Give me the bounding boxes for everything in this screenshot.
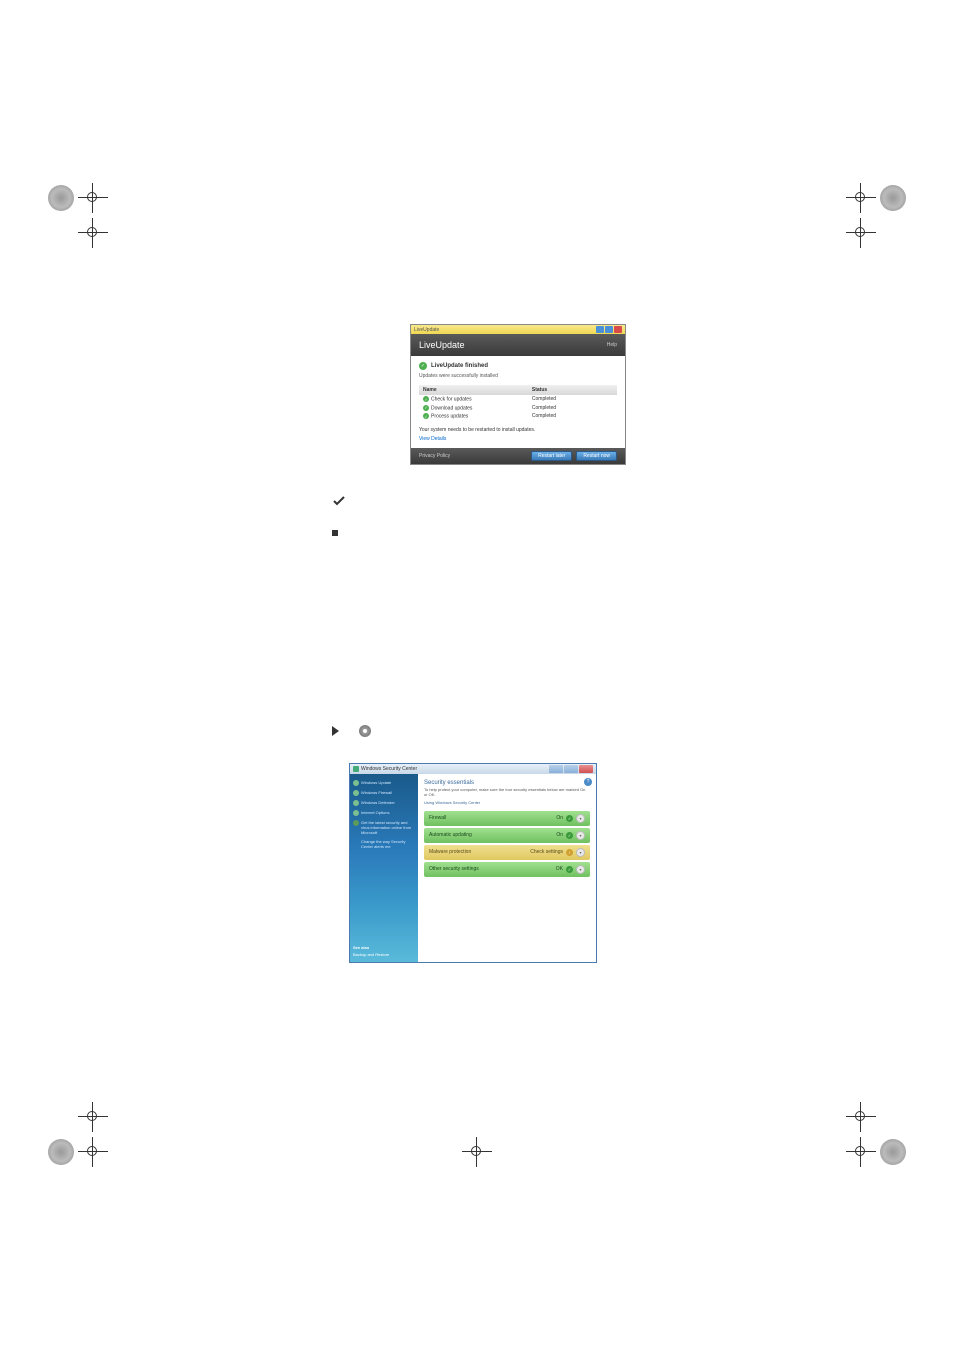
defender-icon <box>353 800 359 806</box>
play-icon <box>332 726 339 736</box>
chevron-down-icon[interactable]: ▾ <box>576 865 585 874</box>
info-icon <box>353 820 359 826</box>
gear-icon-wrapper <box>359 725 371 737</box>
internet-icon <box>353 810 359 816</box>
header-title: LiveUpdate <box>419 340 465 350</box>
privacy-link[interactable]: Privacy Policy <box>419 453 450 459</box>
check-icon: ✓ <box>423 405 429 411</box>
crop-mark-cross <box>462 1137 492 1167</box>
section-other[interactable]: Other security settings OK ✓ ▾ <box>424 862 590 877</box>
view-details-link[interactable]: View Details <box>419 436 617 442</box>
status-ok-icon: ✓ <box>566 866 573 873</box>
maximize-button[interactable] <box>605 326 613 333</box>
status-ok-icon: ✓ <box>566 815 573 822</box>
table-row: ✓Process updates Completed <box>419 412 617 421</box>
using-link[interactable]: Using Windows Security Center <box>424 800 590 805</box>
restart-later-button[interactable]: Restart later <box>531 451 572 461</box>
close-button[interactable] <box>579 765 593 773</box>
sidebar-item-internet-options[interactable]: Internet Options <box>353 808 415 818</box>
liveupdate-window: LiveUpdate LiveUpdate Help ✓ LiveUpdate … <box>410 324 626 465</box>
crop-mark-circle <box>48 185 74 211</box>
col-status: Status <box>528 385 617 395</box>
minimize-button[interactable] <box>596 326 604 333</box>
check-icon: ✓ <box>419 362 427 370</box>
main-panel: ? Security essentials To help protect yo… <box>418 774 596 962</box>
sidebar: Windows Update Windows Firewall Windows … <box>350 774 418 962</box>
updates-table: Name Status ✓Check for updates Completed… <box>419 385 617 421</box>
status-subtitle: Updates were successfully installed <box>419 373 617 379</box>
close-button[interactable] <box>614 326 622 333</box>
help-icon[interactable]: ? <box>584 778 592 786</box>
crop-mark-cross <box>846 1137 876 1167</box>
checkmark-bullet <box>332 494 346 508</box>
crop-mark-circle <box>48 1139 74 1165</box>
status-warn-icon: ! <box>566 849 573 856</box>
restart-message: Your system needs to be restarted to ins… <box>419 427 617 433</box>
triangle-bullet <box>332 726 339 736</box>
crop-mark-cross <box>846 1102 876 1132</box>
gear-icon <box>359 725 371 737</box>
check-icon: ✓ <box>423 413 429 419</box>
chevron-down-icon[interactable]: ▾ <box>576 831 585 840</box>
minimize-button[interactable] <box>549 765 563 773</box>
sidebar-item-latest-security[interactable]: Get the latest security and virus inform… <box>353 818 415 837</box>
chevron-down-icon[interactable]: ▾ <box>576 814 585 823</box>
chevron-down-icon[interactable]: ▾ <box>576 848 585 857</box>
section-firewall[interactable]: Firewall On ✓ ▾ <box>424 811 590 826</box>
restart-now-button[interactable]: Restart now <box>576 451 617 461</box>
security-center-window: Windows Security Center Windows Update W… <box>349 763 597 963</box>
table-row: ✓Download updates Completed <box>419 404 617 413</box>
table-header: Name Status <box>419 385 617 395</box>
crop-mark-circle <box>880 1139 906 1165</box>
status-title: LiveUpdate finished <box>431 363 488 369</box>
titlebar[interactable]: Windows Security Center <box>350 764 596 774</box>
main-subtitle: To help protect your computer, make sure… <box>424 788 590 798</box>
backup-restore-link[interactable]: Backup and Restore <box>353 951 415 958</box>
maximize-button[interactable] <box>564 765 578 773</box>
crop-mark-cross <box>78 218 108 248</box>
square-bullet <box>332 530 338 536</box>
firewall-icon <box>353 790 359 796</box>
sidebar-item-alerts[interactable]: Change the way Security Center alerts me <box>353 837 415 851</box>
crop-mark-cross <box>846 183 876 213</box>
liveupdate-footer: Privacy Policy Restart later Restart now <box>411 448 625 464</box>
crop-mark-circle <box>880 185 906 211</box>
crop-mark-cross <box>78 1137 108 1167</box>
check-icon: ✓ <box>423 396 429 402</box>
liveupdate-body: ✓ LiveUpdate finished Updates were succe… <box>411 356 625 448</box>
liveupdate-header: LiveUpdate Help <box>411 334 625 356</box>
titlebar[interactable]: LiveUpdate <box>411 325 625 334</box>
sidebar-item-firewall[interactable]: Windows Firewall <box>353 788 415 798</box>
see-also-label: See also <box>353 944 415 951</box>
shield-icon <box>353 766 359 772</box>
crop-mark-cross <box>846 218 876 248</box>
table-row: ✓Check for updates Completed <box>419 395 617 404</box>
section-updating[interactable]: Automatic updating On ✓ ▾ <box>424 828 590 843</box>
titlebar-text: LiveUpdate <box>414 327 439 333</box>
crop-mark-cross <box>78 183 108 213</box>
checkmark-icon <box>332 494 346 508</box>
sidebar-item-windows-update[interactable]: Windows Update <box>353 778 415 788</box>
sidebar-item-defender[interactable]: Windows Defender <box>353 798 415 808</box>
main-title: Security essentials <box>424 780 590 786</box>
status-ok-icon: ✓ <box>566 832 573 839</box>
update-icon <box>353 780 359 786</box>
window-title: Windows Security Center <box>361 766 417 772</box>
section-malware[interactable]: Malware protection Check settings ! ▾ <box>424 845 590 860</box>
crop-mark-cross <box>78 1102 108 1132</box>
help-link[interactable]: Help <box>607 342 617 348</box>
sidebar-footer: See also Backup and Restore <box>353 944 415 958</box>
col-name: Name <box>419 385 528 395</box>
